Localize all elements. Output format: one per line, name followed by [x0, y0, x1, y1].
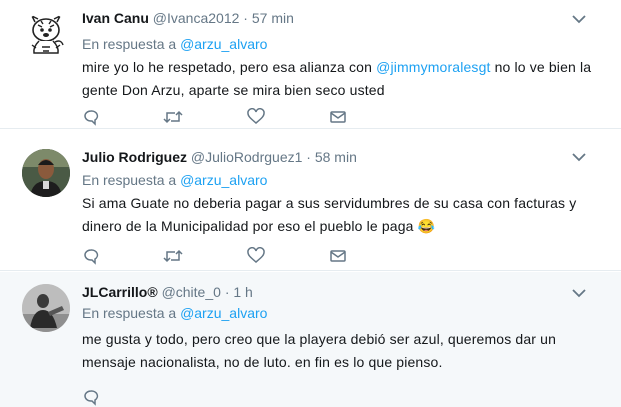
timestamp[interactable]: 1 h: [233, 284, 252, 300]
avatar[interactable]: [22, 149, 70, 197]
retweet-icon[interactable]: [163, 108, 183, 126]
mention-link[interactable]: @jimmymoralesgt: [376, 59, 490, 75]
user-handle[interactable]: @JulioRodrguez1: [191, 149, 303, 165]
chevron-down-icon[interactable]: [571, 152, 587, 162]
timestamp[interactable]: 57 min: [252, 10, 294, 26]
reply-mention-link[interactable]: @arzu_alvaro: [180, 36, 267, 52]
reply-icon[interactable]: [82, 108, 100, 126]
timestamp[interactable]: 58 min: [315, 149, 357, 165]
person-photo-icon: [22, 149, 70, 197]
user-handle[interactable]: @Ivanca2012: [153, 10, 240, 26]
tweet-header: Ivan Canu @Ivanca2012 · 57 min: [82, 10, 294, 26]
display-name[interactable]: Julio Rodriguez: [82, 149, 187, 165]
reply-prefix: En respuesta a: [82, 172, 177, 188]
reply-mention-link[interactable]: @arzu_alvaro: [180, 172, 267, 188]
separator-dot: ·: [306, 149, 311, 165]
tweet-text-part: Si ama Guate no deberia pagar a sus serv…: [82, 195, 577, 234]
like-icon[interactable]: [247, 108, 265, 126]
tweet-header: JLCarrillo® @chite_0 · 1 h: [82, 284, 253, 300]
tweet[interactable]: Julio Rodriguez @JulioRodrguez1 · 58 min…: [0, 137, 621, 271]
direct-message-icon[interactable]: [329, 247, 347, 265]
like-icon[interactable]: [247, 247, 265, 265]
laughing-tears-emoji: 😂: [417, 218, 436, 234]
tweet-text: me gusta y todo, pero creo que la player…: [82, 328, 602, 374]
separator-dot: ·: [224, 284, 230, 300]
tweet-text-part: mire yo lo he respetado, pero esa alianz…: [82, 59, 377, 75]
chevron-down-icon[interactable]: [571, 14, 587, 24]
tweet-text: Si ama Guate no deberia pagar a sus serv…: [82, 192, 602, 238]
separator-dot: ·: [243, 10, 248, 26]
reply-context: En respuesta a @arzu_alvaro: [82, 305, 267, 321]
reply-prefix: En respuesta a: [82, 36, 177, 52]
reply-context: En respuesta a @arzu_alvaro: [82, 172, 267, 188]
retweet-icon[interactable]: [163, 247, 183, 265]
reply-prefix: En respuesta a: [82, 305, 177, 321]
tweet-header: Julio Rodriguez @JulioRodrguez1 · 58 min: [82, 149, 357, 165]
chevron-down-icon[interactable]: [571, 288, 587, 298]
direct-message-icon[interactable]: [329, 108, 347, 126]
avatar[interactable]: [22, 284, 70, 332]
tweet[interactable]: Ivan Canu @Ivanca2012 · 57 min En respue…: [0, 0, 621, 129]
reply-icon[interactable]: [82, 247, 100, 265]
reply-context: En respuesta a @arzu_alvaro: [82, 36, 267, 52]
user-handle[interactable]: @chite_0: [162, 284, 221, 300]
display-name[interactable]: JLCarrillo®: [82, 284, 158, 300]
tweet-text: mire yo lo he respetado, pero esa alianz…: [82, 56, 602, 102]
reply-mention-link[interactable]: @arzu_alvaro: [180, 305, 267, 321]
display-name[interactable]: Ivan Canu: [82, 10, 149, 26]
person-photo-icon: [22, 284, 70, 332]
tweet[interactable]: JLCarrillo® @chite_0 · 1 h En respuesta …: [0, 272, 621, 407]
reply-icon[interactable]: [82, 388, 100, 406]
tweet-text-part: me gusta y todo, pero creo que la player…: [82, 331, 557, 370]
tiger-mascot-icon: [30, 14, 64, 54]
avatar[interactable]: [22, 12, 70, 60]
